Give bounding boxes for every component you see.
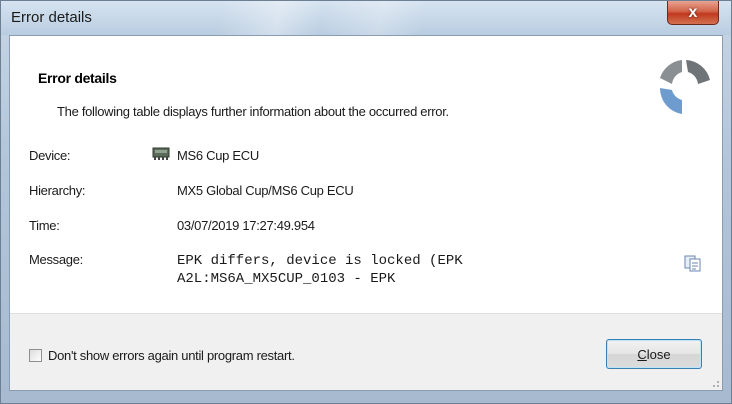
- suppress-errors-label[interactable]: Don't show errors again until program re…: [48, 348, 295, 363]
- device-value: MS6 Cup ECU: [177, 148, 259, 163]
- window-title: Error details: [11, 9, 92, 26]
- row-message: Message: EPK differs, device is locked (…: [10, 252, 722, 292]
- dialog-header: Error details The following table displa…: [10, 36, 722, 134]
- row-device: Device: MS6 Cup ECU: [10, 147, 722, 168]
- device-label: Device:: [29, 148, 71, 163]
- dialog-footer: Don't show errors again until program re…: [10, 313, 722, 390]
- time-label: Time:: [29, 218, 60, 233]
- vendor-logo-icon: [659, 60, 710, 114]
- close-icon: x: [688, 3, 698, 21]
- resize-grip-icon[interactable]: [710, 378, 720, 388]
- message-line-1: EPK differs, device is locked (EPK: [177, 253, 463, 269]
- row-hierarchy: Hierarchy: MX5 Global Cup/MS6 Cup ECU: [10, 183, 722, 203]
- error-details-window: Error details x Error details The follow…: [0, 0, 732, 404]
- dialog-client-area: Error details The following table displa…: [9, 35, 723, 391]
- close-button[interactable]: Close: [606, 339, 702, 369]
- close-button-mnemonic: C: [637, 346, 647, 362]
- details-table: Device: MS6 Cup ECU Hierarchy: MX5 Globa…: [10, 133, 722, 313]
- ecu-chip-icon: [152, 147, 170, 160]
- close-button-label: lose: [646, 346, 671, 362]
- message-value[interactable]: EPK differs, device is locked (EPK A2L:M…: [177, 252, 463, 288]
- message-label: Message:: [29, 252, 83, 267]
- message-line-2: A2L:MS6A_MX5CUP_0103 - EPK: [177, 271, 396, 287]
- window-close-button[interactable]: x: [667, 1, 719, 25]
- header-title: Error details: [38, 70, 117, 86]
- row-time: Time: 03/07/2019 17:27:49.954: [10, 218, 722, 238]
- copy-icon[interactable]: [684, 254, 702, 272]
- suppress-errors-checkbox[interactable]: [29, 349, 42, 362]
- header-subtitle: The following table displays further inf…: [57, 104, 449, 119]
- time-value: 03/07/2019 17:27:49.954: [177, 218, 315, 233]
- hierarchy-label: Hierarchy:: [29, 183, 86, 198]
- title-bar[interactable]: Error details x: [1, 1, 731, 35]
- hierarchy-value: MX5 Global Cup/MS6 Cup ECU: [177, 183, 354, 198]
